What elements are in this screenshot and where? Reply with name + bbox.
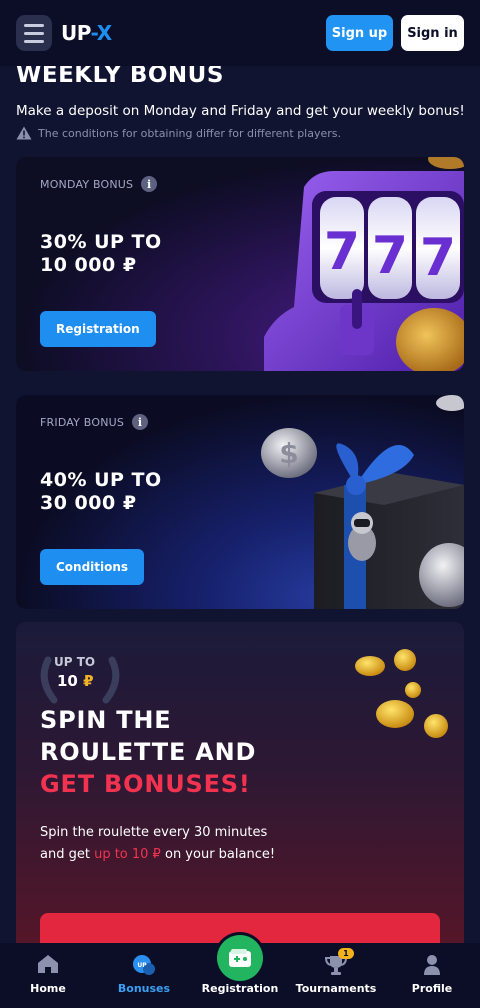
roulette-desc-line1: Spin the roulette every 30 minutes [40,825,268,840]
nav-profile-label: Profile [411,982,453,995]
monday-amount-line2: 10 000 ₽ [40,254,137,276]
warning-icon [16,126,32,140]
nav-registration[interactable]: Registration [192,935,288,1008]
home-icon [38,955,58,973]
roulette-desc-text: and get [40,847,90,862]
menu-line [24,23,44,27]
logo-x: X [96,21,112,45]
nav-registration-label: Registration [201,982,279,995]
top-bar: UP-X Sign up Sign in [0,0,480,66]
roulette-title-line1: SPIN THE [40,706,172,734]
menu-line [24,31,44,35]
friday-amount-line2: 30 000 ₽ [40,492,137,514]
conditions-note: The conditions for obtaining differ for … [16,126,341,140]
info-icon[interactable]: i [141,176,158,192]
roulette-desc-text: on your balance! [164,847,276,862]
conditions-note-text: The conditions for obtaining differ for … [38,126,342,140]
tournaments-badge: 1 [337,948,354,959]
nav-tournaments-label: Tournaments [295,982,377,995]
logo[interactable]: UP-X [61,21,112,45]
upto-label: UP TO [54,655,96,669]
registration-button[interactable]: Registration [40,311,156,347]
sign-in-button[interactable]: Sign in [401,15,464,51]
logo-text: UP [61,21,91,45]
upto-currency: ₽ [83,672,94,690]
roulette-desc-highlight: up to 10 ₽ [94,847,161,862]
reel-digit: 7 [324,222,360,282]
slot-machine-icon: 7 7 7 [264,157,464,371]
nav-tournaments[interactable]: 1 Tournaments [288,943,384,1008]
user-icon [424,955,440,975]
nav-bonuses-label: Bonuses [117,982,171,995]
roulette-title: SPIN THE ROULETTE AND GET BONUSES! [40,704,256,800]
wallet-plus-icon [229,949,251,967]
roulette-description: Spin the roulette every 30 minutes and g… [40,822,340,866]
coin-symbol: $ [279,437,298,470]
roulette-desc-line2: and get up to 10 ₽ on your balance! [40,844,340,866]
friday-bonus-label: FRIDAY BONUS i [40,414,149,430]
registration-circle [217,935,263,981]
nav-home[interactable]: Home [0,943,96,1008]
roulette-title-line2: ROULETTE AND [40,738,257,766]
bottom-navigation: Home UP Bonuses Registration 1 Tournamen… [0,935,480,1008]
gift-box-icon: $ [261,395,464,609]
roulette-title-line3: GET BONUSES! [40,770,251,798]
info-icon[interactable]: i [132,414,149,430]
upto-amount: 10 [57,672,78,690]
reel-digit: 7 [420,228,456,288]
friday-bonus-card: FRIDAY BONUS i 40% UP TO 30 000 ₽ Condit… [16,395,464,609]
monday-bonus-label: MONDAY BONUS i [40,176,158,192]
friday-amount-line1: 40% UP TO [40,469,162,491]
nav-bonuses[interactable]: UP Bonuses [96,943,192,1008]
reel-digit: 7 [372,226,408,286]
bonuses-icon: UP [133,955,155,975]
conditions-button[interactable]: Conditions [40,549,145,585]
friday-bonus-label-text: FRIDAY BONUS [40,415,125,429]
upto-value: 10 ₽ [57,672,94,690]
monday-bonus-label-text: MONDAY BONUS [40,177,134,191]
friday-bonus-amount: 40% UP TO 30 000 ₽ [40,469,240,515]
monday-amount-line1: 30% UP TO [40,231,162,253]
menu-button[interactable] [16,15,52,51]
svg-text:UP: UP [137,962,147,969]
menu-line [24,39,44,43]
gold-coins-icon [355,649,448,738]
monday-bonus-amount: 30% UP TO 10 000 ₽ [40,231,240,277]
nav-home-label: Home [30,982,66,995]
nav-profile[interactable]: Profile [384,943,480,1008]
page-subtitle: Make a deposit on Monday and Friday and … [16,103,465,119]
roulette-promo-card: UP TO 10 ₽ SPIN THE ROULETTE AND GET BON… [16,622,464,952]
monday-bonus-card: MONDAY BONUS i 30% UP TO 10 000 ₽ Regist… [16,157,464,371]
sign-up-button[interactable]: Sign up [326,15,393,51]
